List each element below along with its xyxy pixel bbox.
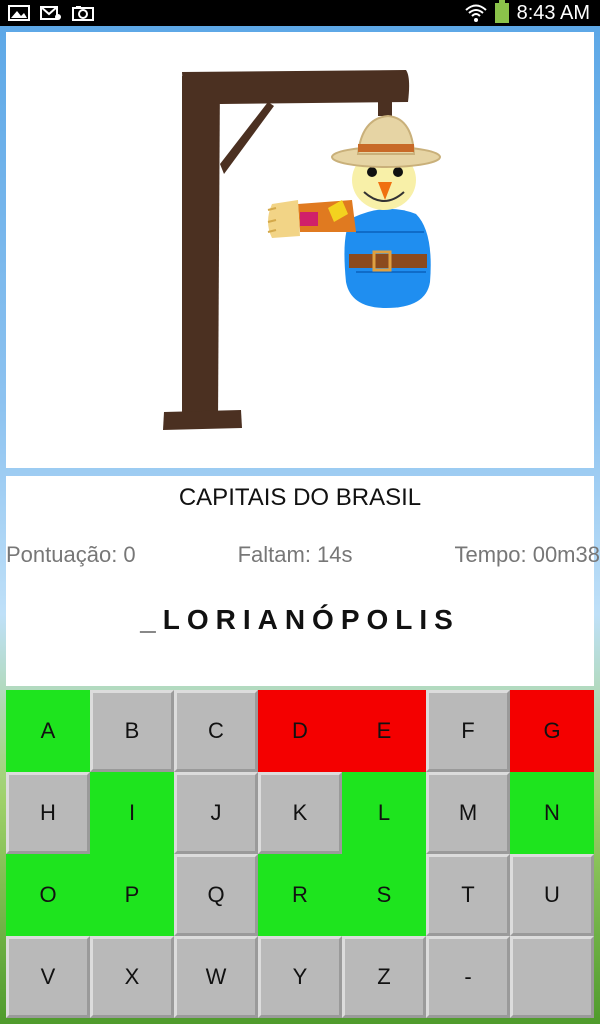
game-info-panel: CAPITAIS DO BRASIL Pontuação: 0 Faltam: … (6, 476, 600, 686)
key-s[interactable]: S (342, 854, 426, 936)
letter-keyboard: ABCDEFG HIJKLMN OPQRSTU VXWYZ- (6, 690, 596, 1018)
wifi-icon (464, 4, 487, 22)
key-e[interactable]: E (342, 690, 426, 772)
key-y[interactable]: Y (258, 936, 342, 1018)
key-t[interactable]: T (426, 854, 510, 936)
hangman-drawing (163, 70, 441, 430)
clock: 8:43 AM (516, 1, 590, 24)
key-n[interactable]: N (510, 772, 594, 854)
key-k[interactable]: K (258, 772, 342, 854)
key-a[interactable]: A (6, 690, 90, 772)
hangman-drawing-panel (6, 32, 594, 468)
key-q[interactable]: Q (174, 854, 258, 936)
key-b[interactable]: B (90, 690, 174, 772)
key-i[interactable]: I (90, 772, 174, 854)
key-blank[interactable] (510, 936, 594, 1018)
key-o[interactable]: O (6, 854, 90, 936)
status-bar: 8:43 AM (0, 0, 600, 26)
key-l[interactable]: L (342, 772, 426, 854)
key-d[interactable]: D (258, 690, 342, 772)
mail-icon (40, 5, 62, 21)
key-p[interactable]: P (90, 854, 174, 936)
key-x[interactable]: X (90, 936, 174, 1018)
image-icon (8, 5, 30, 21)
key-v[interactable]: V (6, 936, 90, 1018)
score-label: Pontuação: 0 (6, 542, 136, 567)
key-h[interactable]: H (6, 772, 90, 854)
remaining-time-label: Faltam: 14s (237, 542, 353, 567)
key-z[interactable]: Z (342, 936, 426, 1018)
key-dash[interactable]: - (426, 936, 510, 1018)
key-c[interactable]: C (174, 690, 258, 772)
key-j[interactable]: J (174, 772, 258, 854)
battery-icon (494, 0, 509, 23)
key-g[interactable]: G (510, 690, 594, 772)
key-f[interactable]: F (426, 690, 510, 772)
key-w[interactable]: W (174, 936, 258, 1018)
camera-icon (72, 5, 94, 21)
elapsed-time-label: Tempo: 00m38 (454, 542, 600, 567)
key-u[interactable]: U (510, 854, 594, 936)
category-title: CAPITAIS DO BRASIL (178, 484, 422, 511)
key-r[interactable]: R (258, 854, 342, 936)
key-m[interactable]: M (426, 772, 510, 854)
scarecrow-figure (267, 114, 441, 308)
hidden-word: _LORIANÓPOLIS (140, 604, 460, 635)
game-stats: Pontuação: 0 Faltam: 14s Tempo: 00m38 (6, 542, 600, 568)
